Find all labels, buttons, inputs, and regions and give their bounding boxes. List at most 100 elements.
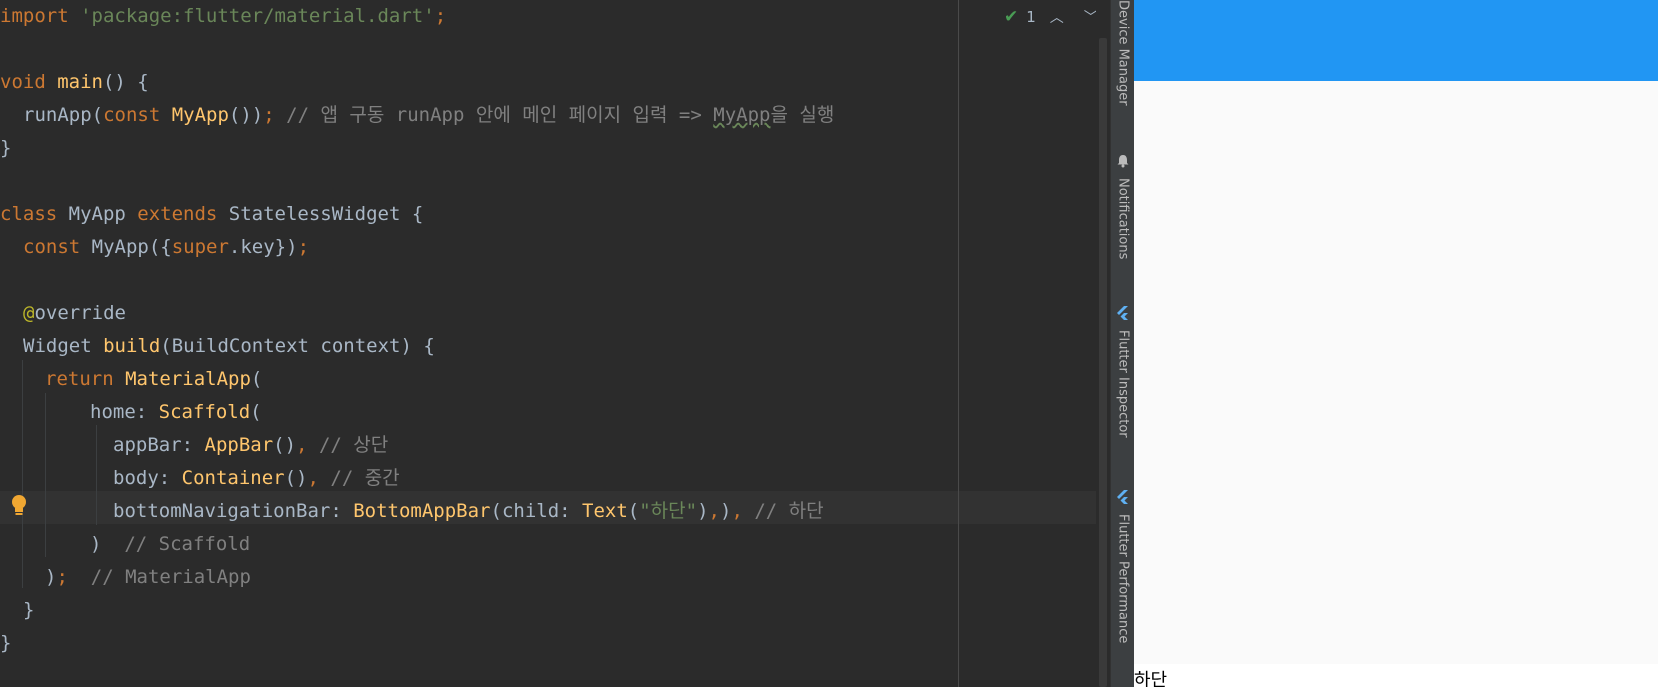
code-editor[interactable]: import 'package:flutter/material.dart'; v… — [0, 0, 1096, 687]
chevron-down-icon[interactable]: ﹀ — [1078, 7, 1096, 27]
right-margin-guide — [958, 0, 959, 687]
code-line[interactable]: ) // Scaffold — [90, 528, 250, 561]
code-token: extends — [137, 203, 229, 225]
flutter-icon[interactable] — [1116, 306, 1130, 320]
code-token: import — [0, 5, 81, 27]
code-token: Widget — [23, 335, 104, 357]
code-token: ; — [297, 236, 310, 258]
code-token: ; — [434, 5, 447, 27]
code-token: main — [57, 71, 103, 93]
code-token: void — [0, 71, 58, 93]
code-line[interactable]: bottomNavigationBar: BottomAppBar(child:… — [113, 495, 824, 528]
code-token: // 하단 — [754, 500, 824, 522]
code-line[interactable]: } — [23, 594, 34, 627]
tool-window-strip: Device Manager Notifications Flutter Ins… — [1110, 0, 1135, 687]
code-line[interactable]: } — [0, 627, 11, 660]
inspection-widget[interactable]: ✔ 1 ︿ ﹀ — [1004, 6, 1096, 28]
code-line[interactable]: import 'package:flutter/material.dart'; — [0, 0, 446, 33]
app-bar — [1134, 0, 1658, 81]
code-token: } — [0, 632, 12, 654]
code-token: .key}) — [228, 236, 298, 258]
indent-guide — [45, 393, 46, 557]
code-token: Container — [181, 467, 285, 489]
code-token: ) — [719, 500, 732, 522]
code-token: class — [0, 203, 69, 225]
code-token: // 중간 — [330, 467, 400, 489]
chevron-up-icon[interactable]: ︿ — [1044, 7, 1070, 27]
indent-guide — [96, 425, 97, 525]
code-token: StatelessWidget { — [228, 203, 424, 225]
code-token: appBar: — [113, 434, 205, 456]
code-line[interactable]: const MyApp({super.key}); — [23, 231, 309, 264]
code-token: , — [708, 500, 720, 522]
code-line[interactable]: appBar: AppBar(), // 상단 — [113, 429, 388, 462]
code-token: "하단" — [639, 500, 698, 522]
bell-icon[interactable] — [1116, 154, 1130, 168]
code-token: BottomAppBar — [353, 500, 491, 522]
code-token: () — [284, 467, 308, 489]
code-token: (child: — [490, 500, 583, 522]
code-token: ) — [45, 566, 57, 588]
editor-scrollbar[interactable] — [1096, 0, 1110, 687]
code-token: // Scaffold — [124, 533, 251, 555]
code-token: () — [273, 434, 297, 456]
code-token: 을 실행 — [770, 104, 835, 126]
scrollbar-thumb[interactable] — [1099, 38, 1107, 687]
code-line[interactable]: } — [0, 132, 11, 165]
lightbulb-icon[interactable] — [10, 494, 28, 518]
code-token: ; — [263, 104, 287, 126]
code-token: ( — [250, 368, 263, 390]
code-token: 'package:flutter/material.dart' — [80, 5, 435, 27]
tab-flutter-performance[interactable]: Flutter Performance — [1111, 514, 1135, 643]
code-token: // 상단 — [318, 434, 389, 456]
checkmark-icon[interactable]: ✔ — [1004, 7, 1018, 27]
bottom-app-bar: 하단 — [1134, 664, 1658, 687]
code-line[interactable]: runApp(const MyApp()); // 앱 구동 runApp 안에… — [23, 99, 834, 132]
code-line[interactable]: @override — [23, 297, 126, 330]
code-token: } — [23, 599, 35, 621]
code-token: } — [0, 137, 12, 159]
code-token: build — [103, 335, 161, 357]
tab-flutter-inspector[interactable]: Flutter Inspector — [1111, 330, 1135, 438]
code-token: ( — [250, 401, 262, 423]
code-token: AppBar — [204, 434, 274, 456]
code-line[interactable]: return MaterialApp( — [45, 363, 262, 396]
code-token: ( — [627, 500, 640, 522]
code-token: (BuildContext context) { — [160, 335, 435, 357]
code-token: ) — [697, 500, 709, 522]
code-token: return — [45, 368, 126, 390]
code-line[interactable]: class MyApp extends StatelessWidget { — [0, 198, 423, 231]
code-token: Scaffold — [158, 401, 251, 423]
tab-label: Notifications — [1115, 178, 1131, 260]
code-token: MaterialApp — [125, 368, 251, 390]
app-preview: 하단 — [1134, 0, 1658, 687]
code-token: () { — [102, 71, 149, 93]
code-line[interactable]: ); // MaterialApp — [45, 561, 251, 594]
code-token: , — [731, 500, 755, 522]
code-token: // 앱 구동 runApp 안에 메인 페이지 입력 => — [286, 104, 714, 126]
code-line[interactable]: home: Scaffold( — [90, 396, 262, 429]
bottom-bar-text: 하단 — [1134, 670, 1168, 687]
code-token: runApp( — [23, 104, 104, 126]
code-token: ; — [56, 566, 91, 588]
code-token: const — [23, 236, 92, 258]
tab-notifications[interactable]: Notifications — [1111, 178, 1135, 259]
code-token: MyApp — [68, 203, 138, 225]
flutter-icon[interactable] — [1116, 490, 1130, 504]
code-token: // MaterialApp — [90, 566, 251, 588]
tab-device-manager[interactable]: Device Manager — [1111, 0, 1135, 106]
code-line[interactable]: body: Container(), // 중간 — [113, 462, 400, 495]
code-token: ()) — [228, 104, 264, 126]
code-token: , — [296, 434, 319, 456]
code-token: MyApp — [171, 104, 229, 126]
code-token: bottomNavigationBar: — [113, 500, 354, 522]
inspection-count[interactable]: 1 — [1026, 8, 1036, 26]
indent-guide — [22, 360, 23, 588]
code-token: @ — [23, 302, 35, 324]
code-token: Text — [582, 500, 628, 522]
code-token: override — [34, 302, 126, 324]
code-token: body: — [113, 467, 182, 489]
code-token: ) — [90, 533, 125, 555]
code-line[interactable]: Widget build(BuildContext context) { — [23, 330, 435, 363]
code-line[interactable]: void main() { — [0, 66, 149, 99]
